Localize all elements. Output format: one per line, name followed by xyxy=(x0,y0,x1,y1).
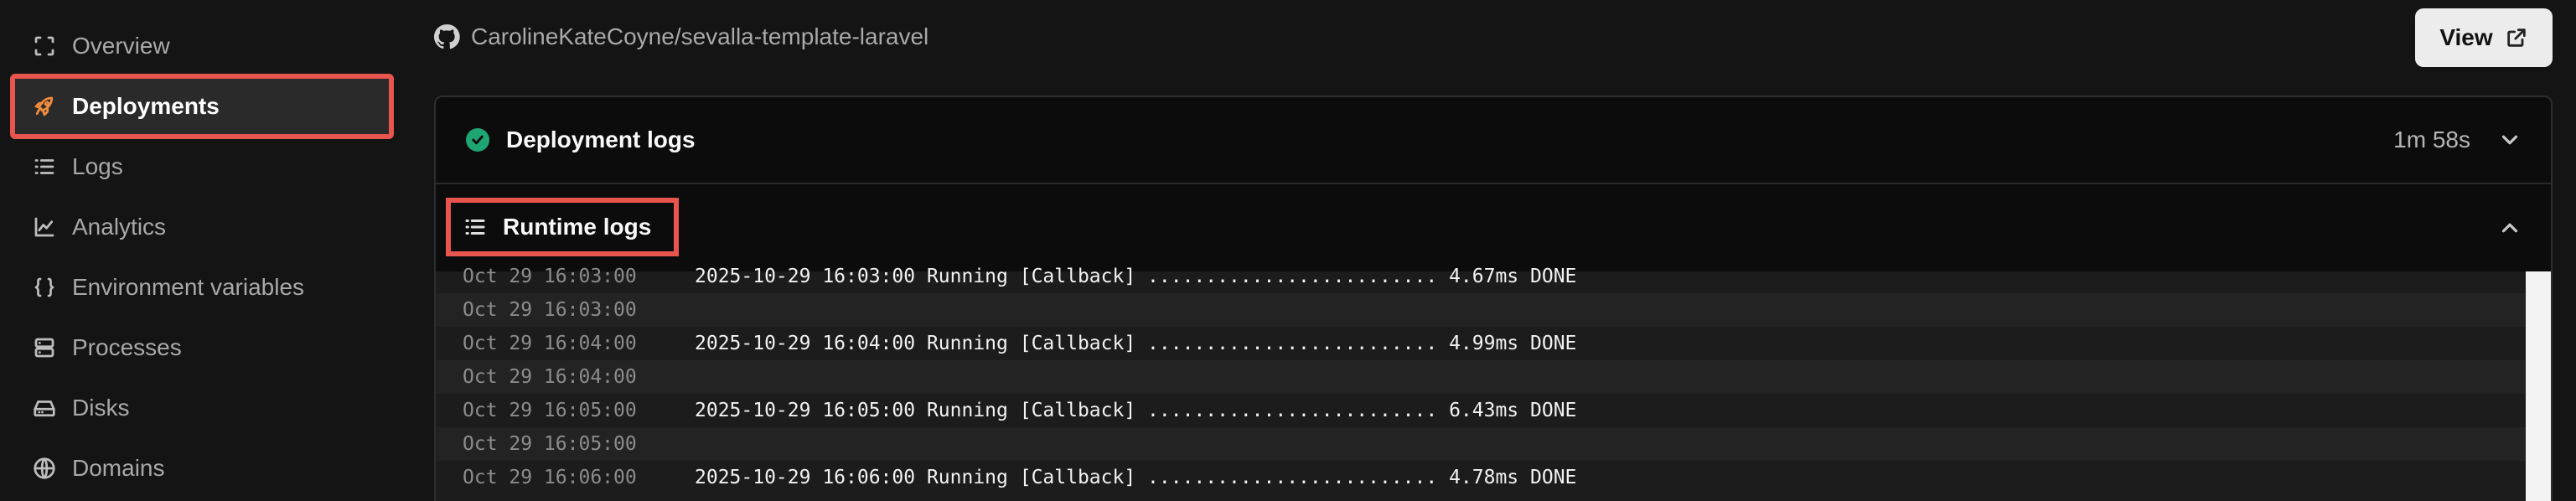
log-timestamp: Oct 29 16:05:00 xyxy=(463,433,637,455)
list-icon xyxy=(30,152,59,181)
runtime-logs-header[interactable]: Runtime logs xyxy=(436,184,2551,271)
view-button[interactable]: View xyxy=(2415,8,2553,67)
log-timestamp: Oct 29 16:04:00 xyxy=(463,366,637,388)
sidebar-item-overview[interactable]: Overview xyxy=(13,17,391,75)
sidebar: Overview Deployments Logs Analytics Envi… xyxy=(0,0,402,501)
success-check-icon xyxy=(466,128,489,152)
chevron-down-icon[interactable] xyxy=(2497,127,2522,152)
deployment-logs-title: Deployment logs xyxy=(506,127,696,152)
log-timestamp: Oct 29 16:03:00 xyxy=(463,299,637,321)
log-timestamp: Oct 29 16:03:00 xyxy=(463,266,637,287)
runtime-logs-title: Runtime logs xyxy=(503,214,652,240)
disk-icon xyxy=(30,394,59,422)
chevron-up-icon[interactable] xyxy=(2497,215,2522,240)
sidebar-item-label: Analytics xyxy=(72,214,167,240)
sidebar-item-domains[interactable]: Domains xyxy=(13,439,391,498)
log-row: Oct 29 16:04:00 2025-10-29 16:04:00 Runn… xyxy=(436,327,2526,360)
overview-icon xyxy=(30,32,59,60)
deployment-logs-title-group: Deployment logs xyxy=(466,127,696,153)
log-row: Oct 29 16:03:00 xyxy=(436,293,2526,327)
sidebar-item-logs[interactable]: Logs xyxy=(13,137,391,196)
repository-name: CarolineKateCoyne/sevalla-template-larav… xyxy=(471,23,929,49)
log-timestamp: Oct 29 16:06:00 xyxy=(463,467,637,488)
braces-icon xyxy=(30,273,59,302)
log-scrollbar[interactable] xyxy=(2526,271,2551,501)
sidebar-item-analytics[interactable]: Analytics xyxy=(13,198,391,256)
log-message: 2025-10-29 16:03:00 Running [Callback] .… xyxy=(695,266,1577,287)
sidebar-item-disks[interactable]: Disks xyxy=(13,379,391,437)
external-link-icon xyxy=(2506,28,2526,47)
github-icon xyxy=(433,24,460,49)
rocket-icon xyxy=(30,92,59,121)
sidebar-item-label: Disks xyxy=(72,395,130,421)
sidebar-item-deployments[interactable]: Deployments xyxy=(10,74,394,139)
sidebar-item-label: Processes xyxy=(72,334,182,360)
globe-icon xyxy=(30,454,59,483)
log-message: 2025-10-29 16:05:00 Running [Callback] .… xyxy=(695,400,1577,421)
sidebar-item-label: Logs xyxy=(72,153,123,179)
log-timestamp: Oct 29 16:04:00 xyxy=(463,333,637,354)
sidebar-item-environment-variables[interactable]: Environment variables xyxy=(13,258,391,317)
runtime-logs-title-group: Runtime logs xyxy=(446,198,679,256)
sidebar-item-label: Deployments xyxy=(72,93,220,119)
log-message: 2025-10-29 16:04:00 Running [Callback] .… xyxy=(695,333,1577,354)
sidebar-item-label: Overview xyxy=(72,33,170,59)
chart-icon xyxy=(30,213,59,241)
log-row: Oct 29 16:03:00 2025-10-29 16:03:00 Runn… xyxy=(436,260,2526,293)
logs-panel: Deployment logs 1m 58s Runtime logs Oct … xyxy=(434,96,2553,501)
log-row: Oct 29 16:05:00 xyxy=(436,427,2526,461)
list-icon xyxy=(463,214,488,240)
log-row: Oct 29 16:04:00 xyxy=(436,360,2526,394)
runtime-log-list: Oct 29 16:03:00 2025-10-29 16:03:00 Runn… xyxy=(436,266,2526,501)
log-row: Oct 29 16:05:00 2025-10-29 16:05:00 Runn… xyxy=(436,394,2526,427)
deployment-logs-header[interactable]: Deployment logs 1m 58s xyxy=(436,97,2551,184)
log-timestamp: Oct 29 16:05:00 xyxy=(463,400,637,421)
log-row: Oct 29 16:06:00 2025-10-29 16:06:00 Runn… xyxy=(436,461,2526,494)
sidebar-item-label: Environment variables xyxy=(72,274,305,300)
view-button-label: View xyxy=(2439,24,2493,50)
server-icon xyxy=(30,333,59,362)
sidebar-item-processes[interactable]: Processes xyxy=(13,318,391,377)
repository-link[interactable]: CarolineKateCoyne/sevalla-template-larav… xyxy=(432,20,928,54)
log-message: 2025-10-29 16:06:00 Running [Callback] .… xyxy=(695,467,1577,488)
sidebar-item-label: Domains xyxy=(72,455,165,481)
deployment-duration: 1m 58s xyxy=(2393,127,2470,152)
